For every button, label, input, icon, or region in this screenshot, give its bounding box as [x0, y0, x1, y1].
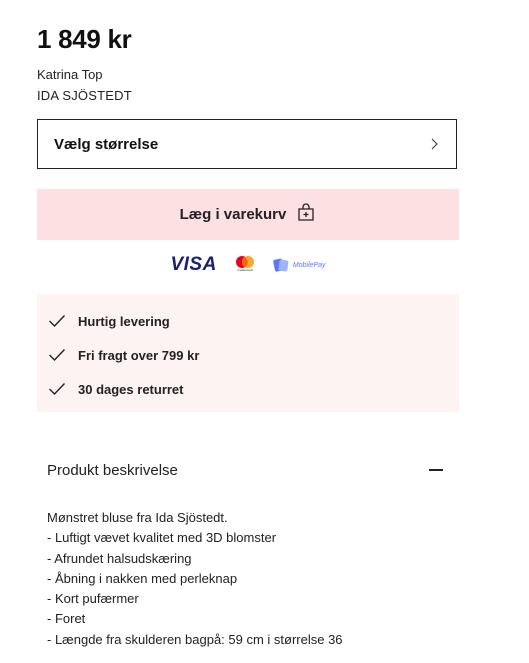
svg-text:mastercard: mastercard	[237, 268, 252, 272]
visa-logo: VISA	[170, 254, 217, 275]
description-line: Mønstret bluse fra Ida Sjöstedt.	[47, 510, 228, 525]
add-to-cart-button[interactable]: Læg i varekurv	[37, 189, 459, 240]
mastercard-logo: mastercard	[233, 254, 257, 277]
description-line: - Afrundet halsudskæring	[47, 550, 192, 566]
perk-item: Hurtig levering	[37, 304, 459, 338]
description-line: - Foret	[47, 611, 86, 627]
check-icon	[48, 314, 66, 328]
description-line: - Åbning i nakken med perleknap	[47, 570, 238, 586]
perk-label: Fri fragt over 799 kr	[78, 347, 200, 363]
mobilepay-logo: MobilePay	[273, 257, 326, 273]
perk-label: 30 dages returret	[78, 381, 184, 397]
perk-item: Fri fragt over 799 kr	[37, 338, 459, 372]
add-to-cart-label: Læg i varekurv	[179, 206, 287, 223]
description-title: Produkt beskrivelse	[47, 461, 178, 479]
bag-plus-icon	[296, 202, 316, 227]
description-line: - Luftigt vævet kvalitet med 3D blomster	[47, 530, 277, 546]
size-select-label: Vælg størrelse	[54, 135, 159, 153]
check-icon	[48, 348, 66, 362]
payment-methods: VISA mastercard MobilePay	[0, 253, 496, 277]
description-body: Mønstret bluse fra Ida Sjöstedt. - Lufti…	[47, 508, 467, 650]
perks-box: Hurtig levering Fri fragt over 799 kr 30…	[37, 294, 459, 412]
size-select-button[interactable]: Vælg størrelse	[37, 119, 457, 169]
description-accordion-toggle[interactable]: Produkt beskrivelse	[37, 450, 459, 490]
minus-icon	[429, 469, 443, 471]
description-line: - Kort pufærmer	[47, 591, 139, 607]
chevron-right-icon	[428, 138, 440, 150]
product-brand[interactable]: IDA SJÖSTEDT	[37, 88, 132, 103]
product-price: 1 849 kr	[37, 24, 132, 54]
perk-label: Hurtig levering	[78, 313, 170, 329]
product-name: Katrina Top	[37, 67, 103, 82]
perk-item: 30 dages returret	[37, 372, 459, 406]
description-line: - Længde fra skulderen bagpå: 59 cm i st…	[47, 631, 343, 647]
check-icon	[48, 382, 66, 396]
